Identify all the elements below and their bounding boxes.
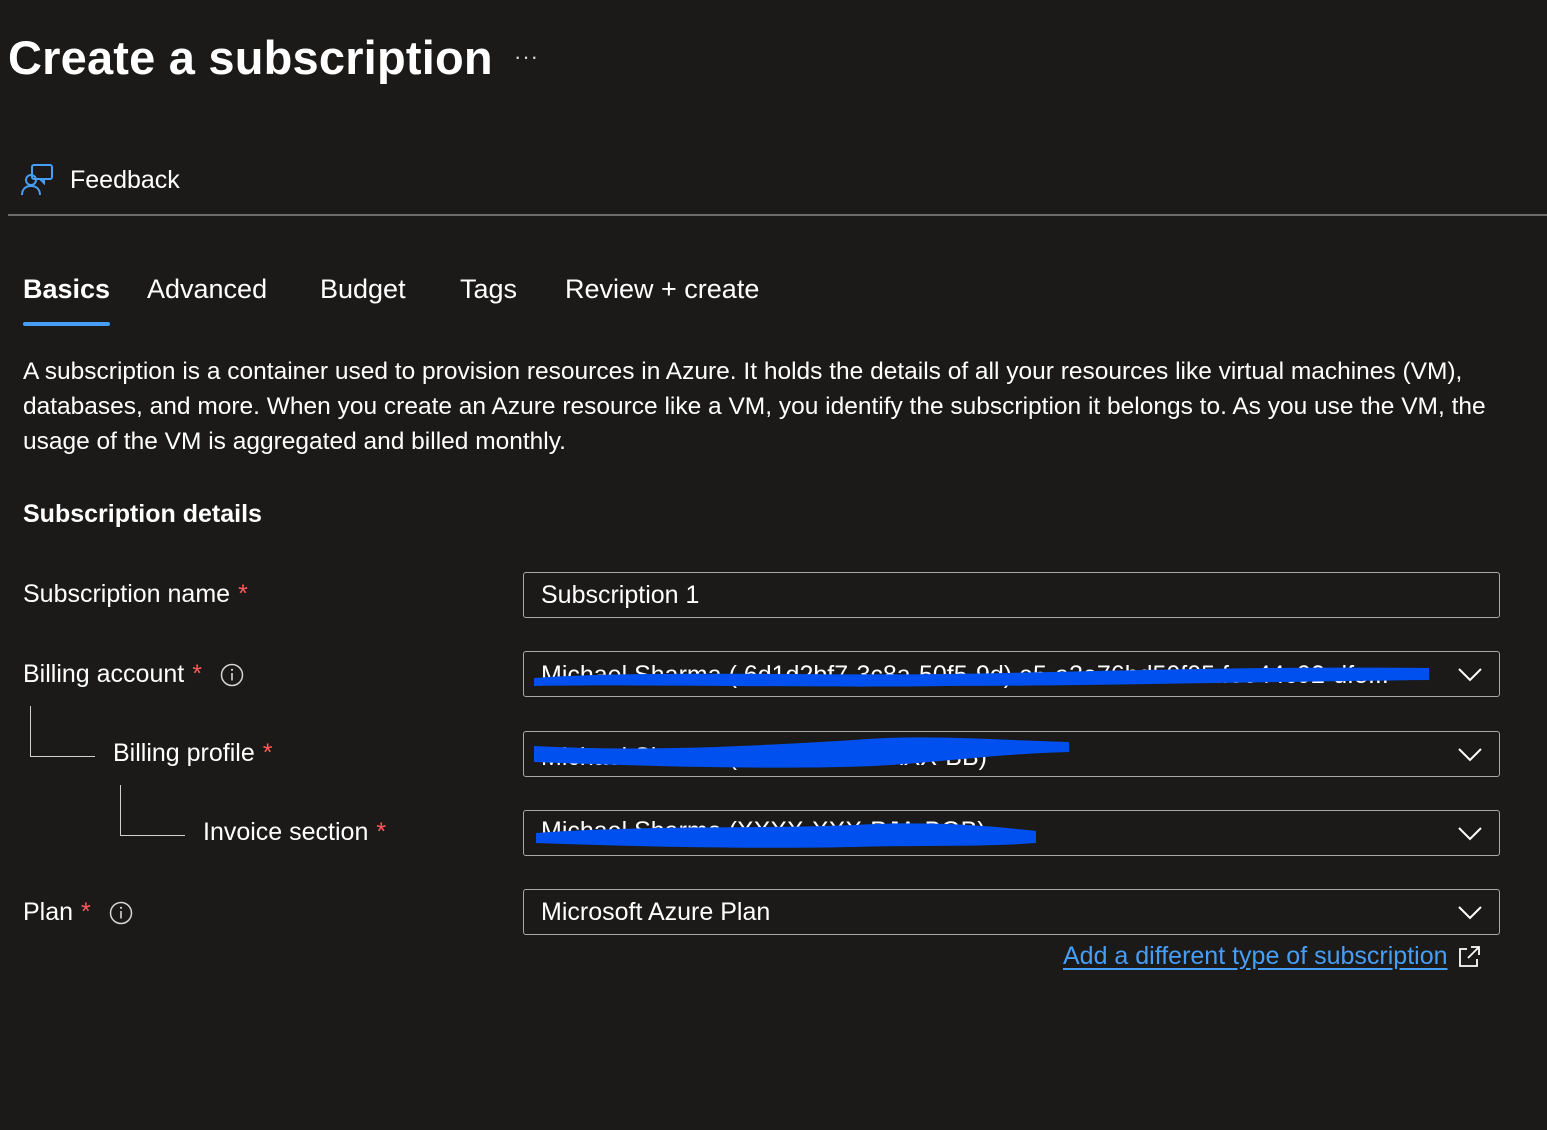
required-marker: * [192,660,202,688]
page-description: A subscription is a container used to pr… [23,358,1486,455]
billing-profile-dropdown[interactable]: Michael Sharma (XXXX-XXXX-XXX-BB) [523,731,1500,777]
tree-connector [120,785,185,836]
plan-dropdown[interactable]: Microsoft Azure Plan [523,889,1500,935]
billing-account-label-text: Billing account [23,660,185,688]
subscription-name-input[interactable] [524,573,1499,617]
required-marker: * [81,898,91,926]
chevron-down-icon [1458,668,1482,682]
page-title: Create a subscription [8,31,493,84]
open-external-icon [1458,945,1480,967]
tab-basics[interactable]: Basics [23,274,111,326]
invoice-section-dropdown[interactable]: Michael Sharma (XXXX-XXX-PJA-BGB) [523,810,1500,856]
subscription-name-label: Subscription name * [23,580,248,609]
redacted-value: Michael Sharma ( 6d1d2bf7-3c8a-50f5-9d) … [534,661,1429,689]
plan-value: Microsoft Azure Plan [541,898,771,926]
invoice-section-label-text: Invoice section [203,818,369,846]
subscription-name-field[interactable] [523,572,1500,618]
required-marker: * [376,818,387,846]
plan-label: Plan * [23,898,133,927]
tab-advanced[interactable]: Advanced [147,274,267,326]
create-subscription-page: Create a subscription ··· Feedback Basic… [0,0,1547,1130]
billing-account-dropdown[interactable]: Michael Sharma ( 6d1d2bf7-3c8a-50f5-9d) … [523,651,1500,697]
invoice-section-label: Invoice section * [203,818,386,847]
feedback-button[interactable]: Feedback [20,158,180,202]
more-options-button[interactable]: ··· [514,44,539,70]
redacted-value: Michael Sharma (XXXX-XXXX-XXX-BB) [534,737,1069,771]
required-marker: * [238,580,248,608]
chevron-down-icon [1458,748,1482,762]
tab-review-create[interactable]: Review + create [565,274,759,326]
chevron-down-icon [1458,906,1482,920]
billing-profile-label: Billing profile * [113,739,272,768]
tree-connector [30,706,95,757]
tab-tags[interactable]: Tags [460,274,517,326]
toolbar-divider [8,214,1547,216]
info-icon[interactable] [220,663,244,687]
add-subscription-type-link[interactable]: Add a different type of subscription [1063,942,1482,971]
tab-budget[interactable]: Budget [320,274,406,326]
feedback-person-icon [21,164,53,196]
required-marker: * [262,739,273,767]
section-heading: Subscription details [23,500,262,528]
redacted-value: Michael Sharma (XXXX-XXX-PJA-BGB) [536,817,1036,848]
subscription-name-label-text: Subscription name [23,580,231,608]
feedback-label: Feedback [70,165,180,194]
billing-profile-label-text: Billing profile [113,739,255,767]
chevron-down-icon [1458,827,1482,841]
info-icon[interactable] [109,901,133,925]
add-subscription-type-link-text[interactable]: Add a different type of subscription [1063,942,1448,971]
plan-label-text: Plan [23,898,74,926]
billing-account-label: Billing account * [23,660,244,689]
